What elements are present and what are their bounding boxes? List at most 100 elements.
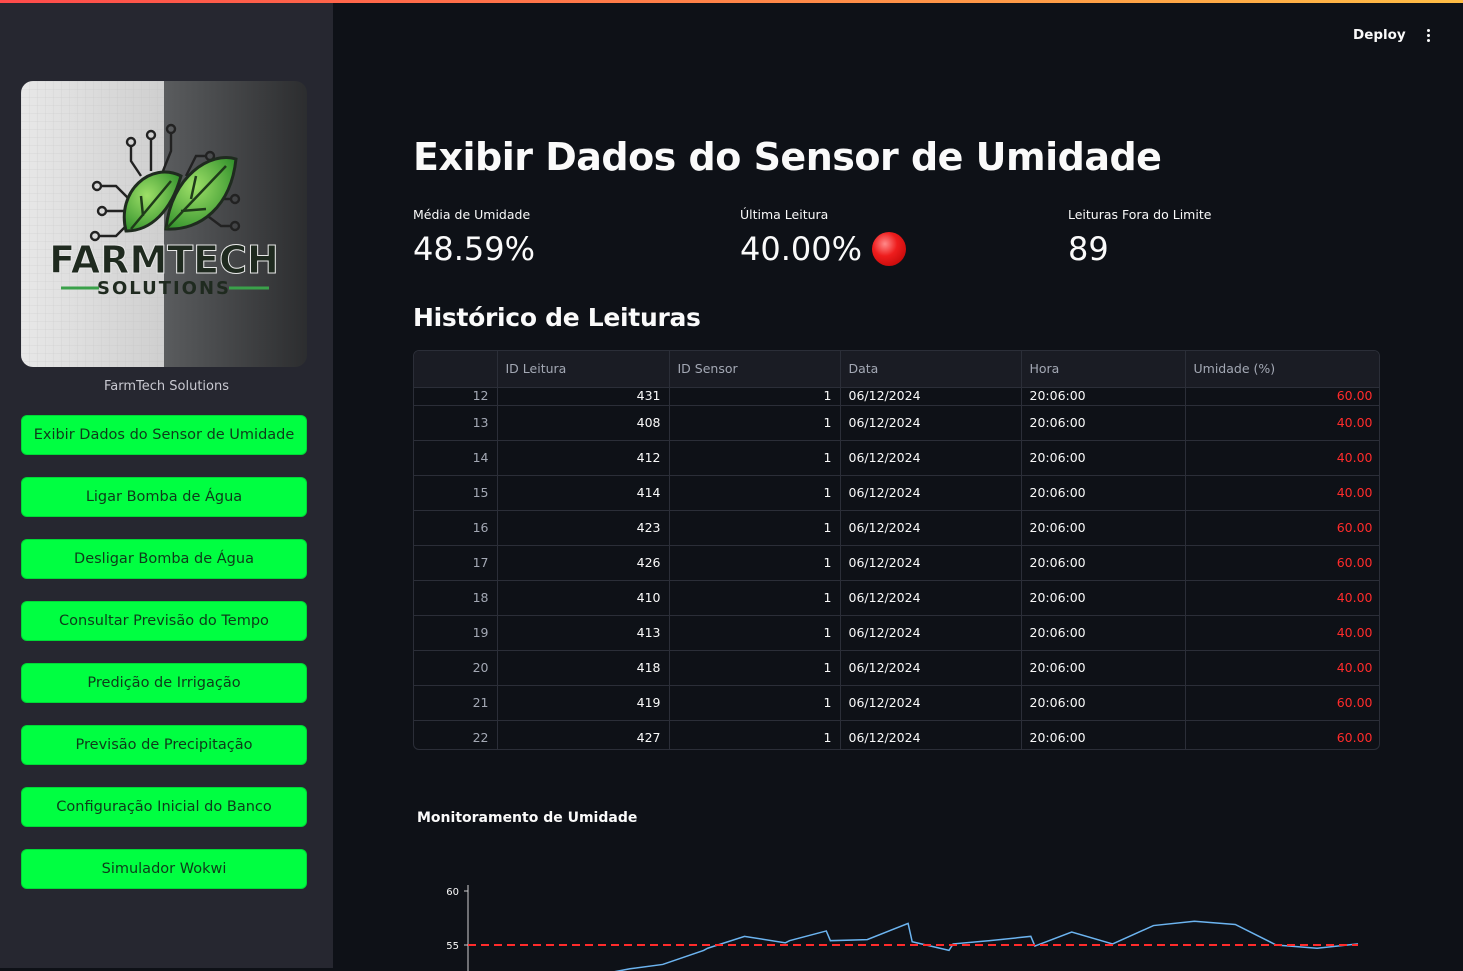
column-header[interactable]: Data: [840, 351, 1022, 388]
metric-label: Leituras Fora do Limite: [1068, 207, 1212, 222]
nav-button-exibir-dados[interactable]: Exibir Dados do Sensor de Umidade: [21, 415, 307, 455]
table-row[interactable]: 19 413 1 06/12/2024 20:06:00 40.00: [414, 615, 1379, 651]
table-cell: 20:06:00: [1021, 650, 1186, 686]
table-cell: 412: [497, 440, 670, 476]
table-row[interactable]: 21 419 1 06/12/2024 20:06:00 60.00: [414, 685, 1379, 721]
nav-button-simulador-wokwi[interactable]: Simulador Wokwi: [21, 849, 307, 889]
chart-title: Monitoramento de Umidade: [417, 810, 638, 826]
metric-label: Última Leitura: [740, 207, 829, 222]
table-row[interactable]: 12 431 1 06/12/2024 20:06:00 60.00: [414, 387, 1379, 406]
table-cell: 60.00: [1185, 545, 1379, 581]
table-cell: 419: [497, 685, 670, 721]
table-cell: 22: [414, 720, 498, 749]
table-cell: 40.00: [1185, 405, 1379, 441]
table-cell: 20:06:00: [1021, 405, 1186, 441]
table-cell: 20:06:00: [1021, 580, 1186, 616]
table-cell: 20:06:00: [1021, 615, 1186, 651]
metric-value: 89: [1068, 230, 1109, 268]
table-cell: 17: [414, 545, 498, 581]
table-cell: 20: [414, 650, 498, 686]
nav-button-config-banco[interactable]: Configuração Inicial do Banco: [21, 787, 307, 827]
table-header-row: ID Leitura ID Sensor Data Hora Umidade (…: [414, 351, 1379, 388]
table-cell: 40.00: [1185, 440, 1379, 476]
metric-value: 48.59%: [413, 230, 536, 268]
table-cell: 06/12/2024: [840, 615, 1022, 651]
table-cell: 427: [497, 720, 670, 749]
table-cell: 20:06:00: [1021, 387, 1186, 406]
table-cell: 40.00: [1185, 650, 1379, 686]
deploy-button[interactable]: Deploy: [1353, 27, 1406, 43]
y-tick-label: 55: [446, 941, 459, 952]
nav-button-ligar-bomba[interactable]: Ligar Bomba de Água: [21, 477, 307, 517]
table-cell: 06/12/2024: [840, 440, 1022, 476]
farmtech-logo: FARMTECH SOLUTIONS: [21, 81, 307, 367]
metric-media-umidade: Média de Umidade 48.59%: [413, 207, 535, 268]
main-content: Deploy Exibir Dados do Sensor de Umidade…: [333, 3, 1463, 971]
table-cell: 06/12/2024: [840, 475, 1022, 511]
column-header[interactable]: Hora: [1021, 351, 1186, 388]
table-cell: 418: [497, 650, 670, 686]
table-cell: 1: [669, 545, 841, 581]
metric-ultima-leitura: Última Leitura 40.00%: [740, 207, 907, 268]
table-cell: 408: [497, 405, 670, 441]
table-cell: 423: [497, 510, 670, 546]
sidebar: FARMTECH SOLUTIONS FarmTech Solutions Ex…: [0, 3, 333, 968]
nav-button-desligar-bomba[interactable]: Desligar Bomba de Água: [21, 539, 307, 579]
table-cell: 20:06:00: [1021, 720, 1186, 749]
column-header[interactable]: [414, 351, 498, 388]
table-row[interactable]: 16 423 1 06/12/2024 20:06:00 60.00: [414, 510, 1379, 546]
table-row[interactable]: 14 412 1 06/12/2024 20:06:00 40.00: [414, 440, 1379, 476]
series-line: [614, 920, 1359, 971]
table-cell: 1: [669, 685, 841, 721]
table-cell: 40.00: [1185, 580, 1379, 616]
table-cell: 1: [669, 475, 841, 511]
table-cell: 40.00: [1185, 615, 1379, 651]
table-cell: 60.00: [1185, 720, 1379, 749]
table-cell: 15: [414, 475, 498, 511]
table-cell: 410: [497, 580, 670, 616]
table-cell: 16: [414, 510, 498, 546]
table-row[interactable]: 15 414 1 06/12/2024 20:06:00 40.00: [414, 475, 1379, 511]
table-cell: 06/12/2024: [840, 405, 1022, 441]
column-header[interactable]: ID Sensor: [669, 351, 841, 388]
column-header[interactable]: Umidade (%): [1185, 351, 1379, 388]
table-cell: 18: [414, 580, 498, 616]
table-cell: 1: [669, 387, 841, 406]
table-cell: 1: [669, 720, 841, 749]
more-menu-icon[interactable]: [1421, 27, 1435, 47]
table-cell: 20:06:00: [1021, 545, 1186, 581]
table-cell: 426: [497, 545, 670, 581]
table-cell: 12: [414, 387, 498, 406]
table-cell: 06/12/2024: [840, 580, 1022, 616]
table-row[interactable]: 20 418 1 06/12/2024 20:06:00 40.00: [414, 650, 1379, 686]
metric-leituras-fora-limite: Leituras Fora do Limite 89: [1068, 207, 1211, 268]
table-row[interactable]: 18 410 1 06/12/2024 20:06:00 40.00: [414, 580, 1379, 616]
table-cell: 13: [414, 405, 498, 441]
table-cell: 06/12/2024: [840, 650, 1022, 686]
table-cell: 21: [414, 685, 498, 721]
red-circle-icon: [872, 232, 907, 266]
table-cell: 1: [669, 615, 841, 651]
history-table[interactable]: ID Leitura ID Sensor Data Hora Umidade (…: [413, 350, 1380, 750]
table-cell: 20:06:00: [1021, 685, 1186, 721]
table-cell: 1: [669, 580, 841, 616]
table-cell: 06/12/2024: [840, 685, 1022, 721]
table-cell: 1: [669, 650, 841, 686]
table-cell: 60.00: [1185, 387, 1379, 406]
nav-button-predicao-irrigacao[interactable]: Predição de Irrigação: [21, 663, 307, 703]
nav-button-previsao-precipitacao[interactable]: Previsão de Precipitação: [21, 725, 307, 765]
table-cell: 06/12/2024: [840, 720, 1022, 749]
table-cell: 06/12/2024: [840, 510, 1022, 546]
table-row[interactable]: 17 426 1 06/12/2024 20:06:00 60.00: [414, 545, 1379, 581]
table-cell: 06/12/2024: [840, 545, 1022, 581]
table-cell: 20:06:00: [1021, 440, 1186, 476]
table-row[interactable]: 13 408 1 06/12/2024 20:06:00 40.00: [414, 405, 1379, 441]
table-row[interactable]: 22 427 1 06/12/2024 20:06:00 60.00: [414, 720, 1379, 749]
table-cell: 1: [669, 510, 841, 546]
table-cell: 06/12/2024: [840, 387, 1022, 406]
table-cell: 413: [497, 615, 670, 651]
svg-text:FARMTECH: FARMTECH: [49, 238, 279, 282]
column-header[interactable]: ID Leitura: [497, 351, 670, 388]
nav-button-previsao-tempo[interactable]: Consultar Previsão do Tempo: [21, 601, 307, 641]
table-cell: 1: [669, 440, 841, 476]
